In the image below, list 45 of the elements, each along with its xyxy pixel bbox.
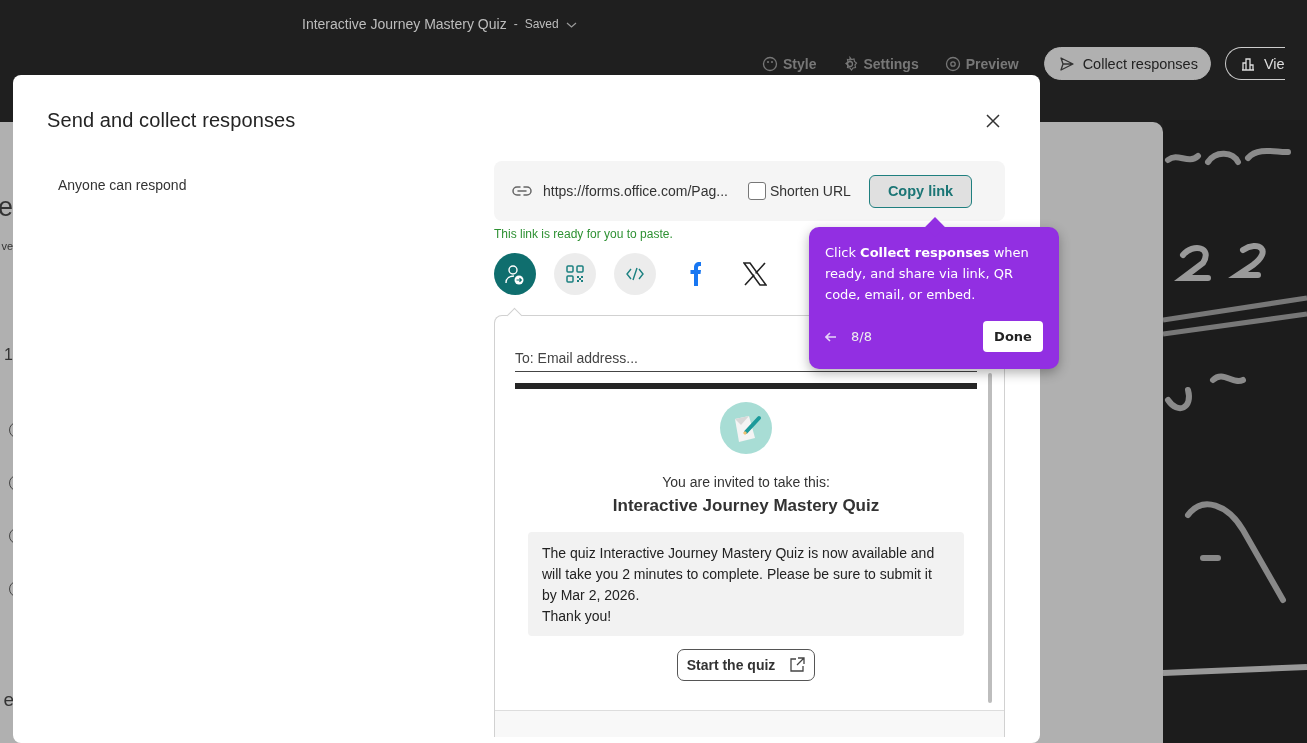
share-option-button[interactable] (494, 253, 536, 295)
bar-chart-icon (1239, 55, 1256, 72)
step-counter: 8/8 (851, 329, 872, 344)
form-text-fragment: e (0, 192, 13, 222)
form-text-fragment: e (3, 689, 14, 711)
toolbar-button[interactable]: Preview (944, 55, 1019, 72)
shorten-url-label[interactable]: Shorten URL (769, 183, 851, 199)
form-text-fragment: 1 (4, 346, 13, 364)
chevron-down-icon[interactable] (565, 20, 577, 28)
audience-label: Anyone can respond (57, 176, 188, 193)
copy-link-button[interactable]: Copy link (868, 174, 973, 208)
link-status: This link is ready for you to paste. (494, 227, 674, 241)
toolbar-button[interactable]: Collect responses (1043, 47, 1211, 80)
message-text: Thank you! (542, 607, 613, 626)
form-url: https://forms.office.com/Pag... (543, 183, 728, 199)
message-text: The quiz Interactive Journey Mastery Quiz is now available and will take you 2 minutes to complete. Please be sure to submit it by Mar 2, 2026. (542, 544, 936, 605)
done-button[interactable]: Done (983, 321, 1043, 352)
separator: - (513, 17, 518, 31)
scrollbar[interactable] (988, 373, 992, 703)
start-quiz-button[interactable]: Start the quiz (676, 649, 816, 681)
qr-code-icon (566, 265, 584, 283)
tour-tip-text: Click Collect responses when ready, and share via link, QR code, email, or embed. (825, 244, 1030, 304)
save-status: Saved (524, 17, 559, 31)
form-title[interactable]: Interactive Journey Mastery Quiz (302, 16, 507, 32)
close-icon (986, 113, 1000, 128)
dialog-title: Send and collect responses (47, 109, 296, 132)
form-text-fragment: ve (1, 240, 13, 252)
quiz-logo-icon (720, 402, 772, 454)
code-icon (626, 266, 644, 282)
x-logo-icon (743, 262, 767, 286)
palette-icon (762, 55, 778, 72)
send-icon (1058, 55, 1075, 72)
back-button[interactable] (825, 331, 837, 342)
person-add-icon (504, 263, 526, 285)
arrow-left-icon (825, 331, 837, 342)
toolbar-button[interactable]: Settings (842, 55, 919, 72)
link-icon (511, 184, 533, 198)
shorten-url-checkbox[interactable] (747, 182, 766, 200)
gear-icon (842, 55, 859, 72)
eye-icon (944, 55, 961, 72)
invite-text: You are invited to take this: (662, 474, 830, 490)
facebook-icon (688, 262, 702, 286)
toolbar-button[interactable]: Style (762, 55, 817, 72)
external-link-icon (789, 657, 806, 673)
quiz-title: Interactive Journey Mastery Quiz (612, 496, 880, 516)
